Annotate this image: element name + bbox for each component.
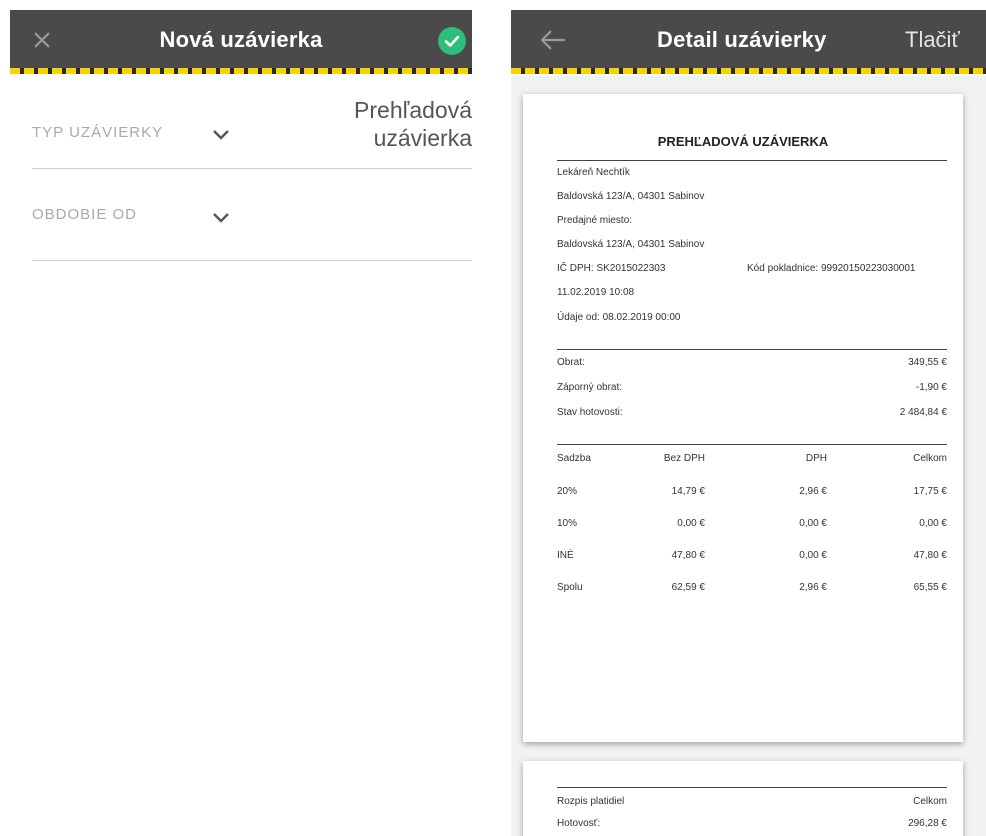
header-line: Baldovská 123/A, 04301 Sabinov — [557, 239, 705, 250]
table-row: Spolu 62,59 € 2,96 € 65,55 € — [557, 582, 947, 596]
header-line: Lekáreň Nechtík — [557, 167, 630, 178]
column-header: Celkom — [913, 453, 947, 464]
table-row: 10% 0,00 € 0,00 € 0,00 € — [557, 518, 947, 532]
table-cell: 0,00 € — [799, 518, 827, 529]
page-title: Nová uzávierka — [159, 27, 323, 52]
receipt-title: PREHĽADOVÁ UZÁVIERKA — [657, 134, 829, 149]
period-from-field[interactable]: OBDOBIE OD — [32, 168, 472, 261]
payment-value: 296,28 € — [908, 818, 947, 829]
column-header: Bez DPH — [663, 453, 705, 464]
header-line: IČ DPH: SK2015022303 — [557, 263, 666, 274]
header-line: 11.02.2019 10:08 — [557, 287, 635, 298]
table-cell: 2,96 € — [799, 582, 827, 593]
header-line: Predajné miesto: — [557, 215, 633, 226]
closure-type-label: TYP UZÁVIERKY — [32, 124, 164, 141]
column-header: DPH — [805, 453, 827, 464]
column-header: Sadzba — [557, 453, 591, 464]
closure-type-field[interactable]: TYP UZÁVIERKY Prehľadová uzávierka — [32, 92, 472, 169]
summary-row: Obrat: 349,55 € — [557, 357, 947, 371]
table-cell: 0,00 € — [799, 550, 827, 561]
payments-header: Rozpis platidiel Celkom — [557, 796, 947, 810]
payment-label: Hotovosť: — [557, 818, 601, 829]
table-cell: 20% — [557, 486, 578, 497]
confirm-check-icon[interactable] — [438, 27, 466, 55]
receipt-card-payments: Rozpis platidiel Celkom Hotovosť: 296,28… — [523, 761, 963, 836]
table-cell: 14,79 € — [671, 486, 705, 497]
vat-table-header: Sadzba Bez DPH DPH Celkom — [557, 453, 947, 467]
table-cell: 47,80 € — [671, 550, 705, 561]
page-title: Detail uzávierky — [657, 27, 827, 52]
payment-row: Hotovosť: 296,28 € — [557, 818, 947, 832]
divider — [557, 787, 947, 788]
summary-row: Stav hotovosti: 2 484,84 € — [557, 407, 947, 421]
divider — [557, 349, 947, 350]
back-arrow-icon[interactable] — [539, 28, 567, 52]
app-bar: Detail uzávierky Tlačiť — [511, 10, 986, 74]
summary-label: Záporný obrat: — [557, 382, 623, 393]
print-button[interactable]: Tlačiť — [905, 10, 960, 70]
header-line: Baldovská 123/A, 04301 Sabinov — [557, 191, 705, 202]
chevron-down-icon[interactable] — [212, 212, 230, 224]
closure-detail-screen: Detail uzávierky Tlačiť PREHĽADOVÁ UZÁVI… — [511, 10, 986, 836]
table-row: 20% 14,79 € 2,96 € 17,75 € — [557, 486, 947, 500]
header-line: Údaje od: 08.02.2019 00:00 — [557, 312, 681, 323]
period-from-label: OBDOBIE OD — [32, 206, 138, 223]
table-cell: 2,96 € — [799, 486, 827, 497]
table-cell: 0,00 € — [919, 518, 947, 529]
table-cell: 10% — [557, 518, 578, 529]
table-cell: 62,59 € — [671, 582, 705, 593]
table-cell: 17,75 € — [913, 486, 947, 497]
summary-label: Stav hotovosti: — [557, 407, 623, 418]
table-cell: 65,55 € — [913, 582, 947, 593]
table-cell: Spolu — [557, 582, 583, 593]
divider — [557, 444, 947, 445]
table-cell: INÉ — [557, 550, 574, 561]
table-cell: 47,80 € — [913, 550, 947, 561]
table-cell: 0,00 € — [677, 518, 705, 529]
summary-label: Obrat: — [557, 357, 585, 368]
app-bar: Nová uzávierka — [10, 10, 472, 74]
summary-value: -1,90 € — [915, 382, 947, 393]
appbar-stripe — [10, 68, 472, 74]
payments-header-value: Celkom — [913, 796, 947, 807]
summary-row: Záporný obrat: -1,90 € — [557, 382, 947, 396]
appbar-stripe — [511, 68, 986, 74]
summary-value: 349,55 € — [908, 357, 947, 368]
table-row: INÉ 47,80 € 0,00 € 47,80 € — [557, 550, 947, 564]
divider — [557, 160, 947, 161]
payments-header-label: Rozpis platidiel — [557, 796, 625, 807]
new-closure-screen: Nová uzávierka TYP UZÁVIERKY Prehľadová … — [10, 10, 472, 836]
chevron-down-icon[interactable] — [212, 129, 230, 141]
summary-value: 2 484,84 € — [899, 407, 947, 418]
receipt-card: PREHĽADOVÁ UZÁVIERKA Lekáreň Nechtík Bal… — [523, 94, 963, 742]
register-code: Kód pokladnice: 99920150223030001 — [747, 263, 916, 274]
closure-type-value: Prehľadová uzávierka — [354, 97, 472, 151]
